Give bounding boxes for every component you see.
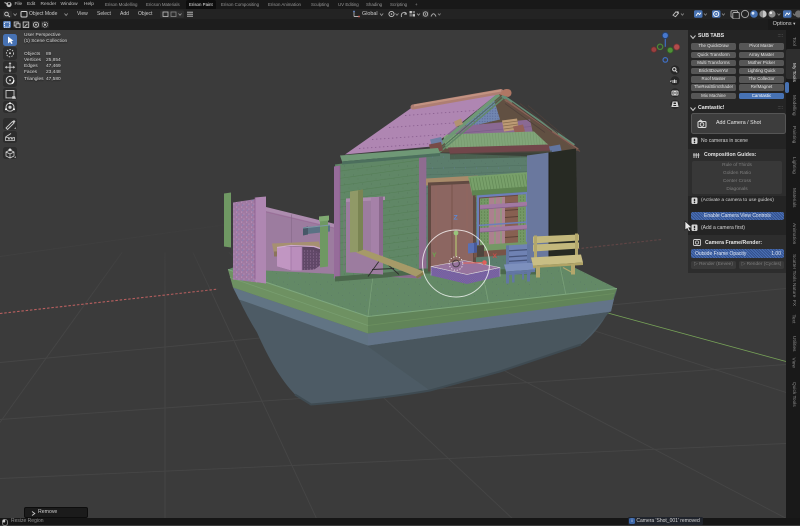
svg-text:Y: Y — [432, 252, 437, 259]
svg-text:X: X — [493, 253, 498, 260]
svg-text:Z: Z — [454, 214, 458, 221]
